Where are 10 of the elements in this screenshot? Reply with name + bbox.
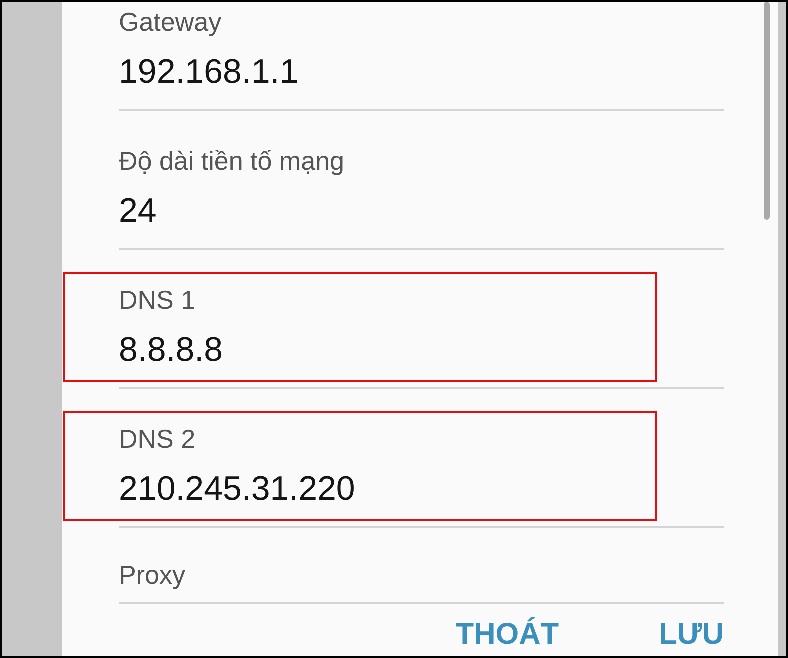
field-label: Proxy <box>119 560 186 590</box>
field-label: Gateway <box>119 7 222 37</box>
field-value[interactable]: 8.8.8.8 <box>119 330 223 370</box>
field-label: DNS 1 <box>119 285 196 315</box>
field-label: DNS 2 <box>119 424 196 454</box>
field-value[interactable]: 210.245.31.220 <box>119 469 356 509</box>
scrollbar[interactable] <box>764 2 770 220</box>
field-value[interactable]: 192.168.1.1 <box>119 52 299 92</box>
field-value[interactable]: 24 <box>119 191 157 231</box>
field-label: Độ dài tiền tố mạng <box>119 146 344 176</box>
